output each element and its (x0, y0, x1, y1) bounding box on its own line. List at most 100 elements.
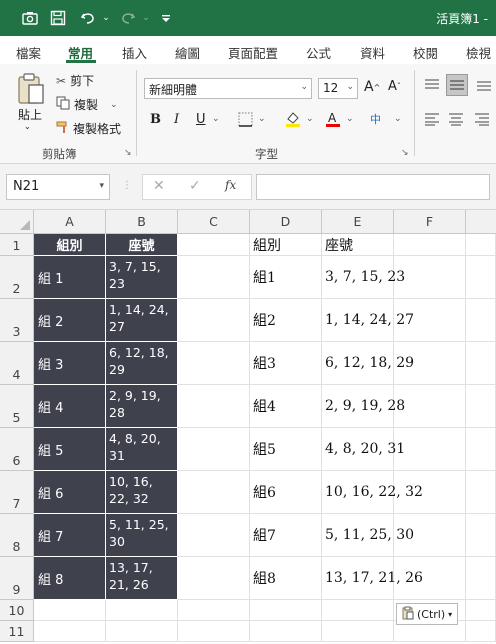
right-seats-cell[interactable]: 13, 17, 21, 26 (322, 557, 423, 600)
cell[interactable] (250, 600, 322, 621)
left-seats-cell[interactable]: 3, 7, 15, 23 (106, 256, 178, 299)
tab-formulas[interactable]: 公式 (306, 43, 331, 62)
right-seats-cell[interactable]: 1, 14, 24, 27 (322, 299, 414, 342)
formula-input[interactable] (256, 174, 490, 200)
copy-button[interactable]: 複製 ⌄ (56, 96, 118, 113)
tab-review[interactable]: 校閱 (413, 43, 438, 62)
row-header[interactable]: 6 (0, 428, 34, 471)
left-seats-cell[interactable]: 2, 9, 19, 28 (106, 385, 178, 428)
cell[interactable] (466, 299, 496, 342)
paste-dropdown-icon[interactable]: ⌄ (24, 122, 31, 131)
select-all-corner[interactable] (0, 210, 34, 234)
right-seats-cell[interactable]: 3, 7, 15, 23 (322, 256, 405, 299)
align-left-icon[interactable] (424, 112, 440, 126)
tab-data[interactable]: 資料 (360, 43, 385, 62)
left-group-cell[interactable]: 組 1 (34, 256, 106, 299)
right-group-cell[interactable]: 組8 (250, 557, 322, 600)
right-table-header-cell[interactable]: 組別 (250, 234, 322, 256)
customize-toolbar-icon[interactable] (156, 8, 176, 28)
underline-icon[interactable]: U (196, 112, 206, 127)
decrease-font-size-icon[interactable]: Aˇ (388, 79, 401, 94)
undo-icon[interactable] (78, 8, 98, 28)
clipboard-launcher-icon[interactable]: ↘ (124, 148, 132, 158)
align-middle-icon[interactable] (446, 74, 468, 96)
cancel-icon[interactable]: ✕ (153, 178, 165, 194)
font-color-icon[interactable]: A (324, 110, 342, 128)
tab-view[interactable]: 檢視 (466, 43, 491, 62)
row-header[interactable]: 3 (0, 299, 34, 342)
redo-icon[interactable] (118, 8, 138, 28)
fill-color-dropdown-icon[interactable]: ⌄ (306, 114, 314, 124)
row-header[interactable]: 9 (0, 557, 34, 600)
left-group-cell[interactable]: 組 5 (34, 428, 106, 471)
tab-draw[interactable]: 繪圖 (175, 43, 200, 62)
cell[interactable] (466, 471, 496, 514)
left-seats-cell[interactable]: 1, 14, 24, 27 (106, 299, 178, 342)
cell[interactable] (466, 342, 496, 385)
cell[interactable] (178, 385, 250, 428)
enter-icon[interactable]: ✓ (189, 178, 201, 194)
right-group-cell[interactable]: 組5 (250, 428, 322, 471)
cell[interactable] (178, 471, 250, 514)
cell[interactable] (178, 256, 250, 299)
left-group-cell[interactable]: 組 4 (34, 385, 106, 428)
format-painter-button[interactable]: 複製格式 (56, 120, 121, 137)
row-header[interactable]: 11 (0, 621, 34, 642)
cell[interactable] (178, 428, 250, 471)
cell[interactable] (322, 621, 394, 642)
row-header[interactable]: 10 (0, 600, 34, 621)
left-group-cell[interactable]: 組 7 (34, 514, 106, 557)
column-header-e[interactable]: E (322, 210, 394, 234)
cell[interactable] (466, 514, 496, 557)
left-group-cell[interactable]: 組 8 (34, 557, 106, 600)
left-group-cell[interactable]: 組 6 (34, 471, 106, 514)
cell[interactable] (178, 342, 250, 385)
cell[interactable] (178, 514, 250, 557)
row-header[interactable]: 7 (0, 471, 34, 514)
left-table-header-cell[interactable]: 座號 (106, 234, 178, 256)
right-group-cell[interactable]: 組4 (250, 385, 322, 428)
increase-font-size-icon[interactable]: A ^ (364, 79, 380, 95)
camera-icon[interactable] (20, 8, 40, 28)
right-seats-cell[interactable]: 4, 8, 20, 31 (322, 428, 405, 471)
underline-dropdown-icon[interactable]: ⌄ (212, 114, 220, 124)
font-launcher-icon[interactable]: ↘ (401, 148, 409, 158)
redo-dropdown-icon[interactable]: ⌄ (136, 8, 156, 28)
right-table-header-cell[interactable]: 座號 (322, 234, 394, 256)
cell[interactable] (34, 600, 106, 621)
fill-color-icon[interactable] (284, 110, 302, 128)
left-group-cell[interactable]: 組 2 (34, 299, 106, 342)
cell[interactable] (106, 600, 178, 621)
cell[interactable] (466, 600, 496, 621)
cell[interactable] (178, 557, 250, 600)
cell[interactable] (466, 385, 496, 428)
column-header-d[interactable]: D (250, 210, 322, 234)
align-center-icon[interactable] (448, 112, 464, 126)
cell[interactable] (466, 621, 496, 642)
cell[interactable] (178, 299, 250, 342)
tab-page-layout[interactable]: 頁面配置 (228, 43, 278, 62)
cell[interactable] (178, 621, 250, 642)
bold-icon[interactable]: B (150, 112, 161, 127)
cell[interactable] (466, 234, 496, 256)
align-right-icon[interactable] (474, 112, 490, 126)
cell[interactable] (250, 621, 322, 642)
column-header-a[interactable]: A (34, 210, 106, 234)
left-seats-cell[interactable]: 4, 8, 20, 31 (106, 428, 178, 471)
phonetic-dropdown-icon[interactable]: ⌄ (394, 114, 402, 124)
right-seats-cell[interactable]: 10, 16, 22, 32 (322, 471, 423, 514)
right-seats-cell[interactable]: 5, 11, 25, 30 (322, 514, 414, 557)
cell[interactable] (394, 234, 466, 256)
left-table-header-cell[interactable]: 組別 (34, 234, 106, 256)
tab-file[interactable]: 檔案 (16, 43, 41, 62)
font-name-select[interactable]: 新細明體 ⌄ (144, 78, 312, 99)
font-color-dropdown-icon[interactable]: ⌄ (346, 114, 354, 124)
cell[interactable] (466, 557, 496, 600)
right-group-cell[interactable]: 組6 (250, 471, 322, 514)
row-header[interactable]: 8 (0, 514, 34, 557)
borders-dropdown-icon[interactable]: ⌄ (258, 114, 266, 124)
column-header-f[interactable]: F (394, 210, 466, 234)
right-group-cell[interactable]: 組3 (250, 342, 322, 385)
cell[interactable] (34, 621, 106, 642)
cell[interactable] (178, 234, 250, 256)
